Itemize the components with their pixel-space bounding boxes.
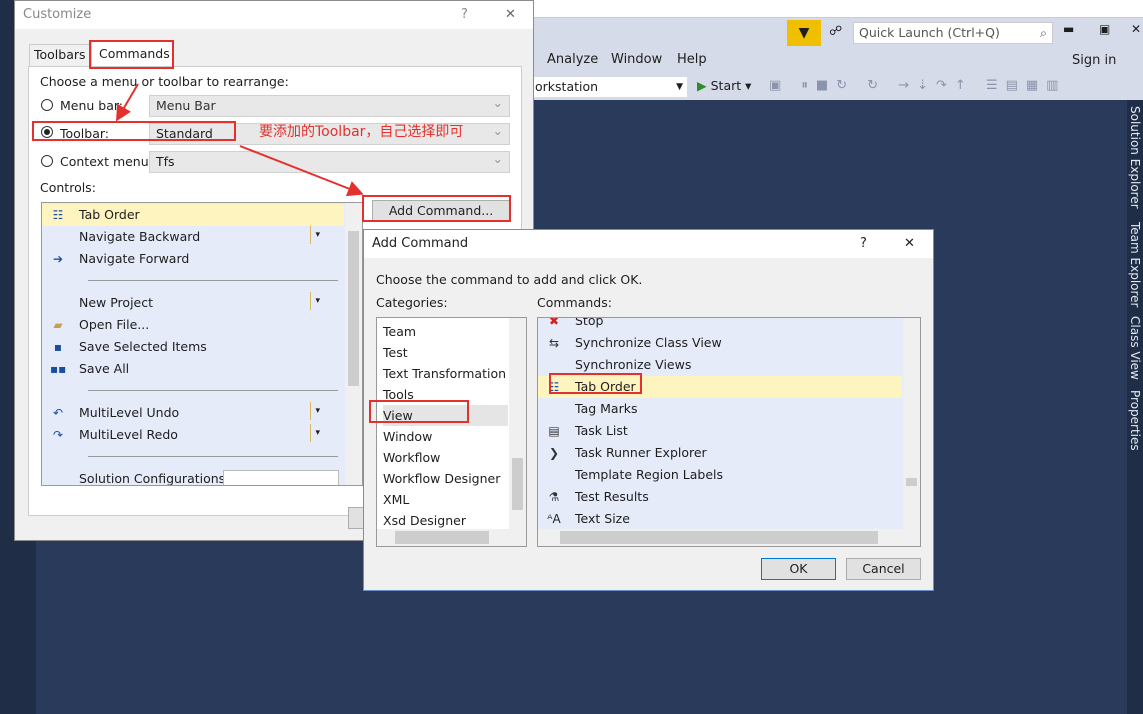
annotation-arrows [115,83,364,197]
arrow-to-add-command [239,145,364,197]
arrow-to-toolbar [115,83,139,122]
